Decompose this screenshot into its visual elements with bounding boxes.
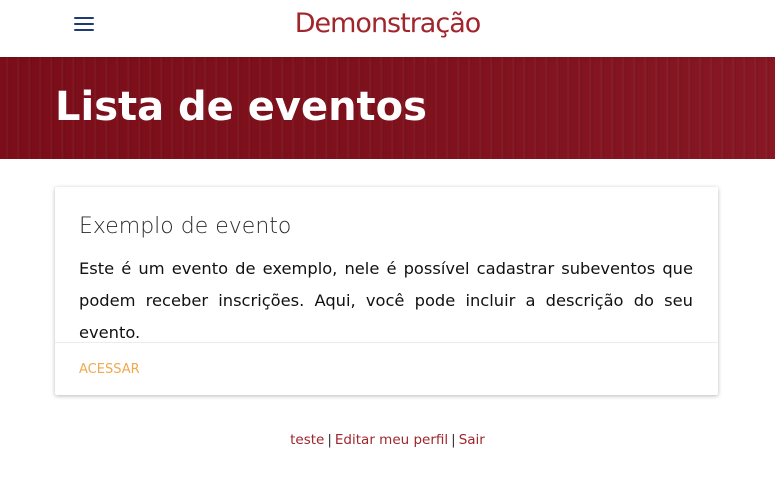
brand-title: Demonstração — [0, 8, 775, 39]
page-title: Lista de eventos — [55, 84, 427, 130]
top-navbar: Demonstração — [0, 0, 775, 57]
event-description: Este é um evento de exemplo, nele é poss… — [79, 259, 693, 342]
event-title: Exemplo de evento — [79, 214, 292, 239]
footer-separator: | — [451, 432, 456, 448]
logout-link[interactable]: Sair — [459, 432, 485, 448]
brand-link[interactable]: Demonstração — [295, 8, 482, 39]
event-card: Exemplo de evento Este é um evento de ex… — [55, 187, 718, 395]
footer-separator: | — [327, 432, 332, 448]
access-event-button[interactable]: ACESSAR — [79, 362, 140, 377]
hero-banner: Lista de eventos — [0, 57, 775, 159]
footer-links: teste | Editar meu perfil | Sair — [0, 432, 775, 448]
card-divider — [55, 342, 718, 343]
user-link[interactable]: teste — [290, 432, 324, 448]
edit-profile-link[interactable]: Editar meu perfil — [335, 432, 448, 448]
